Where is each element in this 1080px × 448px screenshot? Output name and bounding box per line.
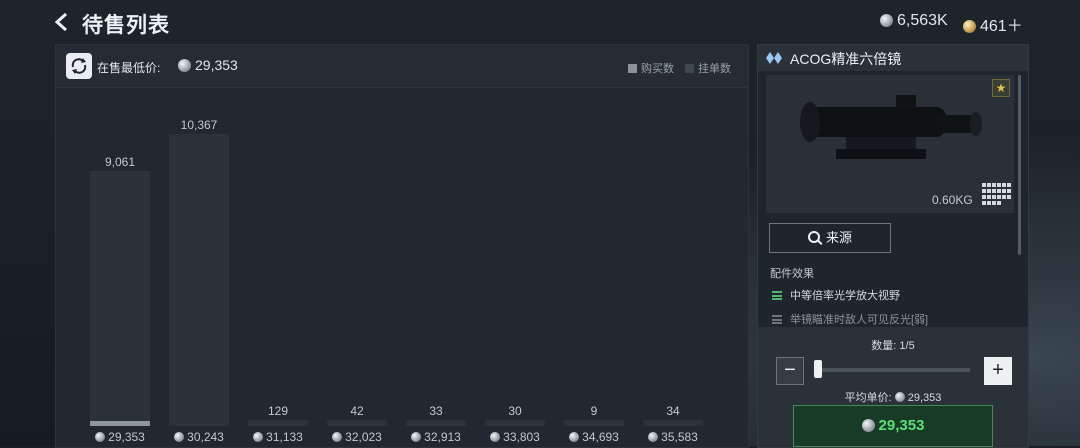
effect-item: 举镜瞄准时敌人可见反光[弱] (772, 311, 928, 327)
silver-coin-icon (490, 432, 501, 442)
silver-coin-icon (411, 432, 422, 442)
bar-price-label: 30,243 (159, 430, 239, 444)
item-image (766, 75, 1014, 213)
average-price-label: 平均单价: (844, 392, 892, 404)
bar-value-label: 10,367 (180, 117, 218, 132)
page-title: 待售列表 (82, 14, 170, 37)
bar-value-label: 30 (508, 404, 522, 418)
gold-coin-icon (963, 20, 976, 33)
increase-quantity-button[interactable]: + (984, 357, 1012, 385)
gold-amount: 461＋ (980, 18, 1023, 35)
buy-total: 29,353 (878, 417, 925, 434)
inventory-size-grid-icon (982, 183, 1011, 205)
legend-buy-label: 购买数 (641, 63, 674, 75)
detail-scrollbar[interactable] (1018, 75, 1021, 255)
legend-buy: 购买数 (628, 60, 674, 76)
favorite-star-icon[interactable]: ★ (992, 79, 1010, 97)
bar[interactable] (327, 420, 387, 426)
bar-price-label: 29,353 (80, 430, 160, 444)
decrease-quantity-button[interactable]: − (776, 357, 804, 385)
bar-price-text: 30,243 (187, 430, 224, 444)
bar[interactable] (643, 420, 703, 426)
lowest-price-number: 29,353 (195, 57, 238, 73)
item-detail-panel: ACOG精准六倍镜 ★ 0.60KG 来源 配件效果 中等倍率光学放大视野 举镜… (757, 44, 1029, 448)
bar-price-label: 35,583 (633, 430, 713, 444)
quantity-slider-track[interactable] (818, 368, 970, 372)
item-name: ACOG精准六倍镜 (790, 51, 902, 67)
silver-coin-icon (880, 14, 893, 27)
lowest-price-value: 29,353 (178, 57, 238, 73)
bar[interactable] (90, 170, 150, 426)
legend-list: 挂单数 (685, 60, 731, 76)
scope-image (800, 95, 982, 159)
silver-coin-icon (332, 432, 343, 442)
chart-header: 在售最低价: 29,353 购买数 挂单数 (56, 45, 748, 88)
bar[interactable] (169, 133, 229, 426)
back-arrow-icon[interactable] (52, 12, 72, 32)
refresh-icon (71, 58, 87, 74)
bar-price-label: 34,693 (554, 430, 634, 444)
lowest-price-label: 在售最低价: (97, 61, 161, 75)
average-price-value: 29,353 (907, 392, 942, 404)
bar-price-label: 33,803 (475, 430, 555, 444)
effect-text: 举镜瞄准时敌人可见反光[弱] (790, 314, 929, 326)
source-button[interactable]: 来源 (769, 223, 891, 253)
silver-coin-icon (178, 59, 191, 72)
effect-list-icon (772, 315, 782, 324)
search-icon (807, 231, 820, 243)
silver-coin-icon (95, 432, 106, 442)
silver-coin-icon (569, 432, 580, 442)
purchase-section: 数量: 1/5 − + 平均单价: 29,353 29,353 (758, 327, 1028, 447)
legend-list-label: 挂单数 (698, 63, 731, 75)
bar-price-text: 33,803 (503, 430, 540, 444)
quantity-label: 数量: 1/5 (871, 340, 915, 352)
average-price: 平均单价: 29,353 (758, 389, 1028, 405)
bar-value-label: 33 (429, 404, 443, 418)
effect-item: 中等倍率光学放大视野 (772, 287, 900, 303)
effect-list-icon (772, 291, 782, 300)
legend-swatch-list (685, 64, 694, 73)
bar-price-label: 32,023 (317, 430, 397, 444)
bar-price-text: 29,353 (108, 430, 145, 444)
bar-price-label: 31,133 (238, 430, 318, 444)
bar-price-text: 32,913 (424, 430, 461, 444)
silver-coin-icon (861, 419, 875, 432)
effects-title: 配件效果 (770, 268, 814, 280)
bar-value-label: 9 (590, 404, 598, 418)
bar-value-label: 42 (350, 404, 364, 418)
bar-price-text: 35,583 (661, 430, 698, 444)
refresh-button[interactable] (66, 53, 92, 79)
bar[interactable] (564, 420, 624, 426)
silver-coin-icon (648, 432, 659, 442)
effect-text: 中等倍率光学放大视野 (790, 290, 900, 302)
item-weight: 0.60KG (932, 193, 973, 207)
bar[interactable] (485, 420, 545, 426)
bar-price-label: 32,913 (396, 430, 476, 444)
quantity-slider-thumb[interactable] (814, 360, 822, 378)
bar[interactable] (406, 420, 466, 426)
bar-value-label: 34 (666, 404, 680, 418)
silver-currency: 6,563K (880, 12, 948, 30)
bar-price-text: 32,023 (345, 430, 382, 444)
bar-chart: 9,061 29,353 10,367 30,243 129 31,133 42 32,023… (56, 88, 748, 447)
gold-currency[interactable]: 461＋ (963, 12, 1023, 36)
bar-buy-fill (90, 420, 150, 426)
legend-swatch-buy (628, 64, 637, 73)
bar-value-label: 129 (267, 404, 289, 418)
silver-coin-icon (174, 432, 185, 442)
bar-price-text: 34,693 (582, 430, 619, 444)
sale-chart-panel: 在售最低价: 29,353 购买数 挂单数 9,061 29,353 10,367 3… (55, 44, 749, 448)
silver-coin-icon (253, 432, 264, 442)
silver-coin-icon (894, 392, 905, 402)
bar-value-label: 9,061 (104, 154, 136, 169)
silver-amount: 6,563K (897, 12, 948, 29)
bar-price-text: 31,133 (266, 430, 303, 444)
item-header: ACOG精准六倍镜 (758, 45, 1028, 71)
bar[interactable] (248, 420, 308, 426)
diamond-icon (766, 52, 782, 64)
source-button-label: 来源 (825, 230, 852, 245)
buy-button[interactable]: 29,353 (793, 405, 993, 447)
